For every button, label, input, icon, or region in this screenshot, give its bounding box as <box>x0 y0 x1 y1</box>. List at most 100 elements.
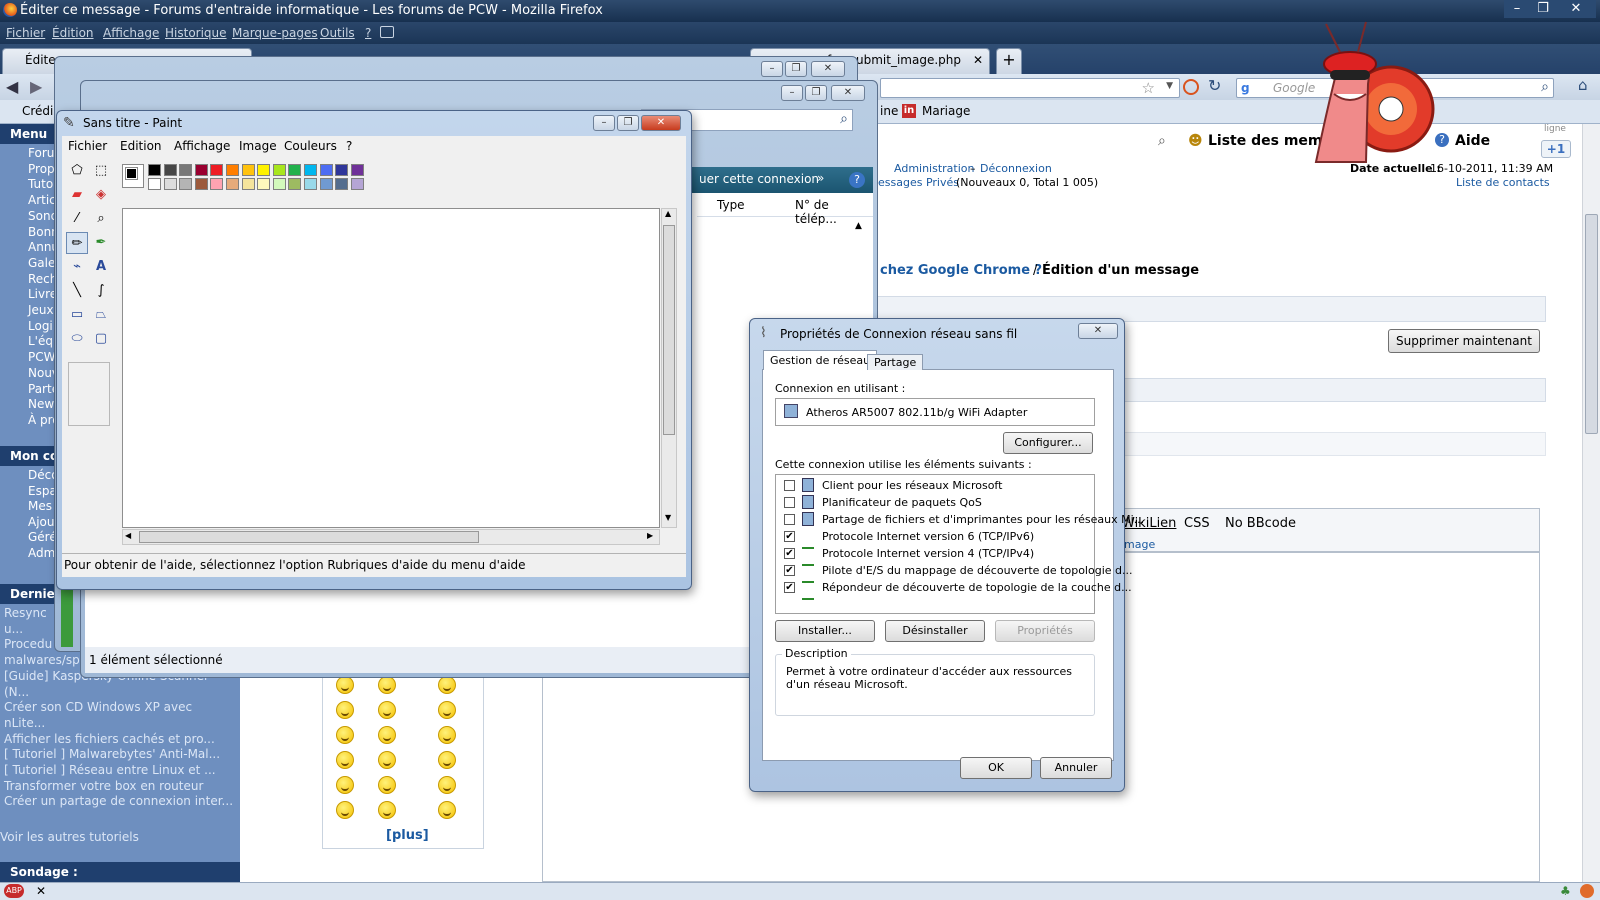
restore-button[interactable]: ❐ <box>1530 0 1556 18</box>
palette-color[interactable] <box>288 178 302 190</box>
item-checkbox[interactable] <box>784 497 795 508</box>
color-picker-tool[interactable]: ⁄ <box>66 208 88 230</box>
paint-menu-affichage[interactable]: Affichage <box>174 139 230 153</box>
smiley-icon[interactable] <box>336 726 354 744</box>
more-smileys-link[interactable]: [plus] <box>386 828 429 843</box>
sidebar-link[interactable]: Prop <box>28 162 55 176</box>
smiley-icon[interactable] <box>336 701 354 719</box>
back-icon[interactable]: ◀ <box>6 77 18 96</box>
smiley-icon[interactable] <box>438 801 456 819</box>
sidebar-link[interactable]: Logi <box>28 319 53 333</box>
tutorial-link[interactable]: Procedu <box>4 637 52 651</box>
sidebar-link[interactable]: Gale <box>28 256 55 270</box>
sidebar-link[interactable]: PCW <box>28 350 55 364</box>
palette-color[interactable] <box>226 164 239 176</box>
restore-button[interactable]: ❐ <box>785 61 807 77</box>
bookmark-ine[interactable]: ine <box>880 104 898 118</box>
properties-button[interactable]: Propriétés <box>995 620 1095 642</box>
network-item-row[interactable]: ✔ Répondeur de découverte de topologie de… <box>780 579 1132 600</box>
network-item-row[interactable]: Partage de fichiers et d'imprimantes pou… <box>780 511 1144 528</box>
text-tool[interactable]: A <box>90 256 112 278</box>
scroll-down-icon[interactable]: ▼ <box>665 513 671 522</box>
bookmark-mariage[interactable]: Mariage <box>922 104 970 118</box>
search-members-icon[interactable]: ⌕ <box>1158 133 1166 149</box>
close-button[interactable]: ✕ <box>1556 0 1596 18</box>
network-item-row[interactable]: ✔ Protocole Internet version 4 (TCP/IPv4) <box>780 545 1092 566</box>
scroll-right-icon[interactable]: ▶ <box>647 531 653 540</box>
reload-icon[interactable]: ↻ <box>1208 76 1221 95</box>
restore-button[interactable]: ❐ <box>805 85 827 101</box>
delete-now-button[interactable]: Supprimer maintenant <box>1388 329 1540 353</box>
palette-color[interactable] <box>148 178 161 190</box>
palette-color[interactable] <box>179 178 193 190</box>
close-button[interactable]: ✕ <box>811 61 845 77</box>
ok-button[interactable]: OK <box>960 757 1032 779</box>
search-icon[interactable]: ⌕ <box>1541 79 1549 95</box>
palette-color[interactable] <box>288 164 302 176</box>
smiley-icon[interactable] <box>438 676 456 694</box>
sidebar-link[interactable]: Livre <box>28 287 57 301</box>
uninstall-button[interactable]: Désinstaller <box>885 620 985 642</box>
network-item-row[interactable]: ✔ Pilote d'E/S du mappage de découverte d… <box>780 562 1133 583</box>
network-item-row[interactable]: Client pour les réseaux Microsoft <box>780 477 1092 494</box>
sidebar-link[interactable]: New <box>28 397 54 411</box>
contacts-link[interactable]: Liste de contacts <box>1456 176 1550 189</box>
free-select-tool[interactable]: ⬠ <box>66 160 88 182</box>
smiley-icon[interactable] <box>378 751 396 769</box>
breadcrumb-thread-link[interactable]: chez Google Chrome ? <box>880 263 1042 278</box>
network-item-row[interactable]: Planificateur de paquets QoS <box>780 494 1092 511</box>
palette-color[interactable] <box>335 164 349 176</box>
cancel-button[interactable]: Annuler <box>1040 757 1112 779</box>
smiley-icon[interactable] <box>336 801 354 819</box>
palette-color[interactable] <box>194 164 208 176</box>
smiley-icon[interactable] <box>438 776 456 794</box>
tutorial-link[interactable]: u... <box>4 622 23 636</box>
smiley-icon[interactable] <box>378 801 396 819</box>
item-checkbox[interactable] <box>784 480 795 491</box>
palette-color[interactable] <box>194 178 208 190</box>
help-icon[interactable]: ? <box>849 172 865 188</box>
tutorial-link[interactable]: (N... <box>4 685 29 699</box>
paint-menu-fichier[interactable]: Fichier <box>68 139 107 153</box>
item-checkbox[interactable]: ✔ <box>784 565 795 576</box>
polygon-tool[interactable]: ⏢ <box>90 304 112 326</box>
palette-color[interactable] <box>226 178 239 190</box>
logout-link[interactable]: Déconnexion <box>980 162 1052 175</box>
admin-link[interactable]: Administration <box>894 162 975 175</box>
eraser-tool[interactable]: ▰ <box>66 184 88 206</box>
palette-color[interactable] <box>163 178 177 190</box>
minimize-button[interactable]: – <box>781 85 803 101</box>
minimize-button[interactable]: – <box>1504 0 1530 18</box>
smiley-icon[interactable] <box>378 701 396 719</box>
smiley-icon[interactable] <box>378 726 396 744</box>
help-link[interactable]: Aide <box>1455 133 1490 149</box>
airbrush-tool[interactable]: ⌁ <box>66 256 88 278</box>
toolbar-image-link[interactable]: mage <box>1124 538 1155 551</box>
menu-fichier[interactable]: Fichier <box>6 26 45 40</box>
forward-icon[interactable]: ▶ <box>30 77 42 96</box>
item-checkbox[interactable]: ✔ <box>784 582 795 593</box>
private-messages-link[interactable]: essages Privés <box>878 176 959 189</box>
smiley-icon[interactable] <box>438 726 456 744</box>
smiley-icon[interactable] <box>336 751 354 769</box>
palette-color[interactable] <box>304 164 317 176</box>
tutorial-link[interactable]: Créer son CD Windows XP avec <box>4 700 192 714</box>
rounded-rect-tool[interactable]: ▢ <box>90 328 112 350</box>
palette-color[interactable] <box>350 164 364 176</box>
palette-color[interactable] <box>319 178 333 190</box>
palette-color[interactable] <box>241 178 255 190</box>
addon-icon[interactable]: ♣ <box>1560 884 1571 898</box>
smiley-icon[interactable] <box>378 776 396 794</box>
tutorial-link[interactable]: malwares/sp <box>4 653 80 667</box>
collapse-icon[interactable]: ▲ <box>855 221 862 231</box>
search-icon[interactable]: ⌕ <box>840 111 848 127</box>
palette-color[interactable] <box>304 178 317 190</box>
adblock-icon[interactable]: ABP <box>4 884 24 898</box>
toolbar-no-bbcode[interactable]: No BBcode <box>1225 516 1296 531</box>
tutorial-link[interactable]: [ Tutoriel ] Malwarebytes' Anti-Mal... <box>4 747 220 761</box>
fill-tool[interactable]: ◈ <box>90 184 112 206</box>
tutorial-link[interactable]: Resync <box>4 606 47 620</box>
scroll-up-icon[interactable]: ▲ <box>665 209 671 218</box>
toolbar-css[interactable]: CSS <box>1184 516 1210 531</box>
tool-options-box[interactable] <box>68 362 110 426</box>
